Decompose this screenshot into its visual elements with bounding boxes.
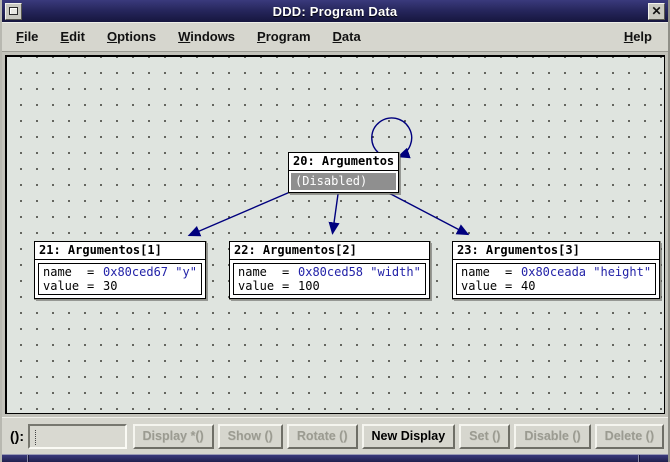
- field-row: value = 100: [238, 279, 421, 293]
- field-value: 40: [521, 279, 535, 293]
- field-name: name: [461, 265, 505, 279]
- menu-data[interactable]: Data: [325, 25, 369, 48]
- display-node-20[interactable]: 20: Argumentos (Disabled): [288, 152, 399, 193]
- node-21-body[interactable]: name = 0x80ced67 "y" value = 30: [38, 263, 202, 295]
- node-23-title[interactable]: 23: Argumentos[3]: [453, 242, 659, 260]
- rotate-button[interactable]: Rotate (): [287, 424, 358, 449]
- set-button[interactable]: Set (): [459, 424, 510, 449]
- ddd-program-data-window: DDD: Program Data ✕ File Edit Options Wi…: [0, 0, 670, 462]
- field-name: value: [461, 279, 505, 293]
- delete-button[interactable]: Delete (): [595, 424, 664, 449]
- window-menu-icon: [9, 7, 18, 15]
- argument-label: ():: [10, 428, 24, 444]
- argument-input[interactable]: [28, 424, 127, 449]
- display-node-21[interactable]: 21: Argumentos[1] name = 0x80ced67 "y" v…: [34, 241, 206, 299]
- edge-20-22: [333, 191, 339, 234]
- field-eq: =: [505, 265, 521, 279]
- canvas-frame: 20: Argumentos (Disabled) 21: Argumentos…: [2, 52, 668, 417]
- menu-help[interactable]: Help: [616, 25, 660, 48]
- menu-file[interactable]: File: [8, 25, 46, 48]
- field-eq: =: [87, 265, 103, 279]
- node-22-body[interactable]: name = 0x80ced58 "width" value = 100: [233, 263, 426, 295]
- close-icon: ✕: [651, 4, 661, 18]
- graph-edges: [7, 57, 664, 413]
- node-20-title[interactable]: 20: Argumentos: [289, 153, 398, 171]
- field-value: 0x80ced58 "width": [298, 265, 421, 279]
- display-node-22[interactable]: 22: Argumentos[2] name = 0x80ced58 "widt…: [229, 241, 430, 299]
- field-eq: =: [87, 279, 103, 293]
- menu-program[interactable]: Program: [249, 25, 318, 48]
- window-menu-button[interactable]: [5, 3, 22, 20]
- window-title: DDD: Program Data: [2, 4, 668, 19]
- edge-20-21: [189, 190, 296, 236]
- window-resize-frame[interactable]: [2, 454, 668, 462]
- node-22-title[interactable]: 22: Argumentos[2]: [230, 242, 429, 260]
- edge-20-23: [382, 190, 468, 235]
- data-display-canvas[interactable]: 20: Argumentos (Disabled) 21: Argumentos…: [5, 55, 665, 414]
- field-name: name: [238, 265, 282, 279]
- argument-toolbar: (): Display *() Show () Rotate () New Di…: [2, 417, 668, 454]
- new-display-button[interactable]: New Display: [362, 424, 456, 449]
- node-20-disabled-status[interactable]: (Disabled): [291, 173, 396, 190]
- node-21-title[interactable]: 21: Argumentos[1]: [35, 242, 205, 260]
- field-value: 0x80ceada "height": [521, 265, 651, 279]
- display-deref-button[interactable]: Display *(): [133, 424, 214, 449]
- field-eq: =: [282, 279, 298, 293]
- field-name: value: [43, 279, 87, 293]
- field-value: 30: [103, 279, 117, 293]
- field-row: name = 0x80ced58 "width": [238, 265, 421, 279]
- close-button[interactable]: ✕: [648, 3, 665, 20]
- field-value: 0x80ced67 "y": [103, 265, 197, 279]
- titlebar: DDD: Program Data ✕: [2, 0, 668, 22]
- field-row: name = 0x80ceada "height": [461, 265, 651, 279]
- node-23-body[interactable]: name = 0x80ceada "height" value = 40: [456, 263, 656, 295]
- disable-button[interactable]: Disable (): [514, 424, 590, 449]
- display-node-23[interactable]: 23: Argumentos[3] name = 0x80ceada "heig…: [452, 241, 660, 299]
- field-eq: =: [505, 279, 521, 293]
- menu-edit[interactable]: Edit: [52, 25, 93, 48]
- text-caret: [35, 430, 36, 445]
- resize-handle-divider: [638, 455, 639, 462]
- menubar: File Edit Options Windows Program Data H…: [2, 22, 668, 52]
- show-button[interactable]: Show (): [218, 424, 283, 449]
- resize-handle-divider: [27, 455, 28, 462]
- field-row: name = 0x80ced67 "y": [43, 265, 197, 279]
- edge-self-loop: [372, 118, 412, 157]
- field-row: value = 40: [461, 279, 651, 293]
- field-eq: =: [282, 265, 298, 279]
- menu-options[interactable]: Options: [99, 25, 164, 48]
- field-name: name: [43, 265, 87, 279]
- field-row: value = 30: [43, 279, 197, 293]
- field-name: value: [238, 279, 282, 293]
- field-value: 100: [298, 279, 320, 293]
- menu-windows[interactable]: Windows: [170, 25, 243, 48]
